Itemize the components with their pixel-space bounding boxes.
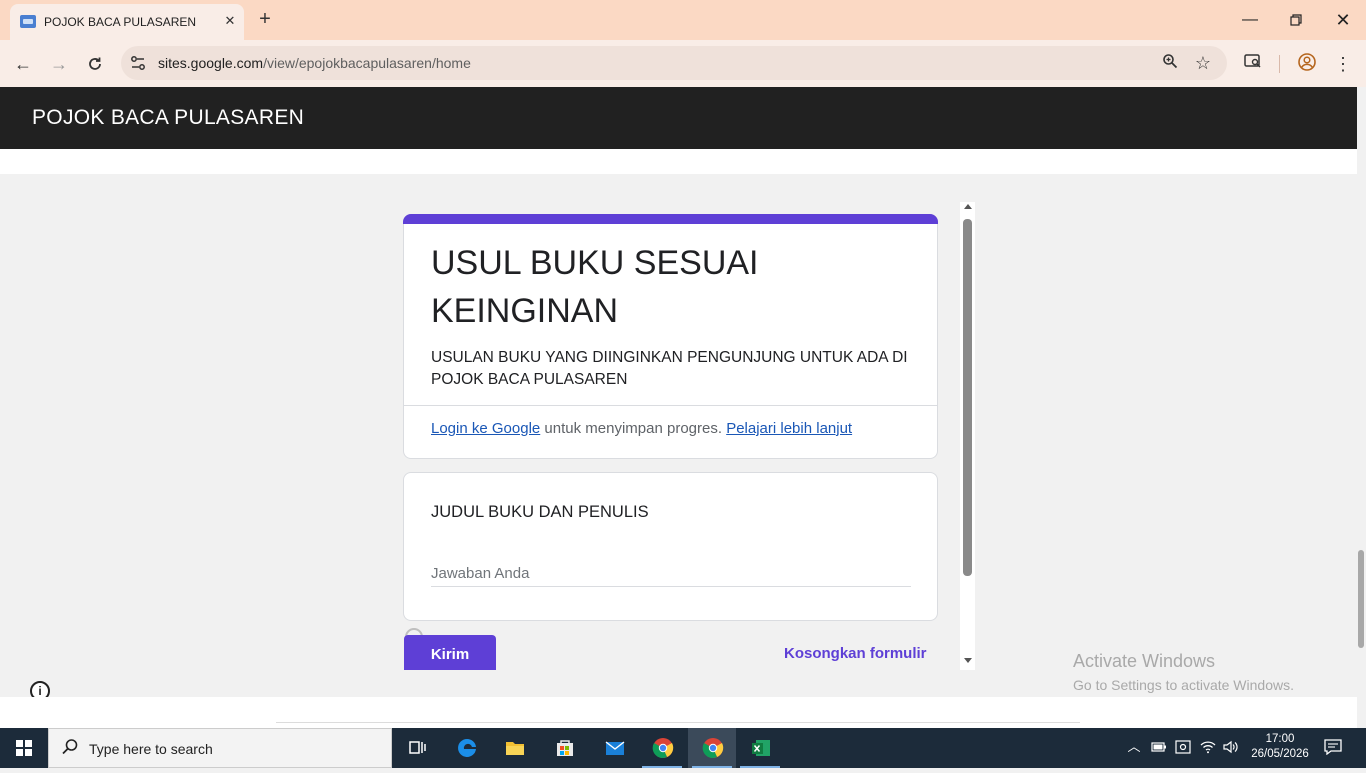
scroll-up-arrow-icon[interactable]: [964, 204, 972, 209]
mail-icon: [605, 741, 625, 755]
taskbar-store[interactable]: [540, 728, 588, 768]
show-hidden-icons-icon[interactable]: ︿: [1125, 738, 1143, 756]
forward-button[interactable]: →: [46, 51, 72, 77]
login-link[interactable]: Login ke Google: [431, 420, 540, 437]
minimize-button[interactable]: —: [1235, 6, 1265, 34]
chrome-icon: [702, 738, 724, 758]
tab-title: POJOK BACA PULASAREN: [44, 15, 197, 29]
profile-avatar-icon[interactable]: [1296, 53, 1318, 75]
taskbar-chrome[interactable]: [638, 728, 686, 768]
taskbar-edge[interactable]: [442, 728, 490, 768]
page-scroll-thumb[interactable]: [1358, 550, 1364, 648]
windows-logo-icon: [16, 740, 32, 756]
tab-search-icon[interactable]: [1242, 53, 1264, 75]
clock-time: 17:00: [1265, 733, 1295, 745]
menu-kebab-icon[interactable]: ⋮: [1332, 53, 1354, 75]
meet-now-icon[interactable]: [1174, 738, 1192, 756]
question-card: JUDUL BUKU DAN PENULIS: [403, 472, 938, 621]
task-view-button[interactable]: [392, 728, 440, 768]
form-scrollbar[interactable]: [960, 202, 975, 670]
excel-icon: [752, 740, 770, 756]
activate-windows-title: Activate Windows: [1073, 651, 1216, 671]
windows-taskbar: Type here to search ︿ 17:00 26/05/2026: [0, 728, 1366, 768]
clock[interactable]: 17:00 26/05/2026: [1250, 732, 1310, 762]
taskbar-file-explorer[interactable]: [490, 728, 538, 768]
site-title[interactable]: POJOK BACA PULASAREN: [32, 106, 304, 130]
question-label: JUDUL BUKU DAN PENULIS: [431, 503, 649, 521]
clear-form-button[interactable]: Kosongkan formulir: [784, 645, 927, 662]
form-description: USULAN BUKU YANG DIINGINKAN PENGUNJUNG U…: [431, 349, 908, 388]
toolbar-divider: [1279, 55, 1280, 73]
zoom-icon[interactable]: [1160, 53, 1180, 73]
url-text[interactable]: sites.google.com/view/epojokbacapulasare…: [158, 55, 471, 71]
taskbar-excel[interactable]: [736, 728, 784, 768]
bookmark-star-icon[interactable]: ☆: [1193, 53, 1213, 73]
submit-button[interactable]: Kirim: [404, 635, 496, 670]
reload-button[interactable]: [82, 51, 108, 77]
task-view-icon: [409, 741, 426, 754]
taskbar-chrome-profile[interactable]: [688, 728, 736, 768]
edge-icon: [458, 738, 476, 757]
start-button[interactable]: [0, 728, 48, 768]
scroll-down-arrow-icon[interactable]: [964, 658, 972, 663]
address-bar[interactable]: sites.google.com/view/epojokbacapulasare…: [121, 46, 1227, 80]
answer-input[interactable]: [431, 561, 911, 587]
activate-windows-subtitle: Go to Settings to activate Windows.: [1073, 677, 1294, 693]
tab-close-icon[interactable]: ✕: [220, 11, 240, 31]
chrome-icon: [652, 738, 674, 758]
form-scroll-thumb[interactable]: [963, 219, 972, 576]
new-tab-button[interactable]: +: [254, 8, 276, 30]
url-path: /view/epojokbacapulasaren/home: [263, 55, 471, 71]
window-close-button[interactable]: ✕: [1328, 6, 1358, 34]
browser-tab[interactable]: POJOK BACA PULASAREN ✕: [10, 4, 244, 40]
page-footer-area: [0, 697, 1357, 728]
form-accent-bar: [403, 214, 938, 224]
login-notice: Login ke Google untuk menyimpan progres.…: [431, 420, 852, 437]
volume-icon[interactable]: [1221, 738, 1239, 756]
store-icon: [557, 740, 573, 756]
url-domain: sites.google.com: [158, 55, 264, 71]
taskbar-search[interactable]: Type here to search: [48, 728, 392, 768]
browser-tab-bar: POJOK BACA PULASAREN ✕ + — ✕: [0, 0, 1366, 40]
google-sites-favicon-icon: [20, 15, 36, 28]
browser-toolbar: ← → sites.google.com/view/epojokbacapula…: [0, 40, 1366, 87]
restore-button[interactable]: [1281, 6, 1311, 34]
form-title: USUL BUKU SESUAI KEINGINAN: [431, 244, 759, 330]
embedded-google-form: USUL BUKU SESUAI KEINGINAN USULAN BUKU Y…: [403, 202, 975, 670]
learn-more-link[interactable]: Pelajari lebih lanjut: [726, 420, 852, 437]
notifications-icon[interactable]: [1324, 738, 1342, 756]
divider: [404, 405, 937, 406]
login-notice-text: untuk menyimpan progres.: [540, 420, 727, 437]
wifi-icon[interactable]: [1199, 738, 1217, 756]
folder-icon: [506, 742, 524, 755]
form-header-card: USUL BUKU SESUAI KEINGINAN USULAN BUKU Y…: [403, 214, 938, 459]
search-icon: [61, 738, 81, 758]
battery-icon[interactable]: [1150, 738, 1168, 756]
clock-date: 26/05/2026: [1251, 748, 1309, 760]
search-placeholder: Type here to search: [89, 741, 213, 757]
page-spacer: [0, 149, 1357, 174]
taskbar-mail[interactable]: [590, 728, 638, 768]
back-button[interactable]: ←: [10, 51, 36, 77]
footer-divider: [276, 722, 1080, 723]
site-settings-icon[interactable]: [129, 54, 147, 72]
site-header: POJOK BACA PULASAREN: [0, 87, 1357, 149]
